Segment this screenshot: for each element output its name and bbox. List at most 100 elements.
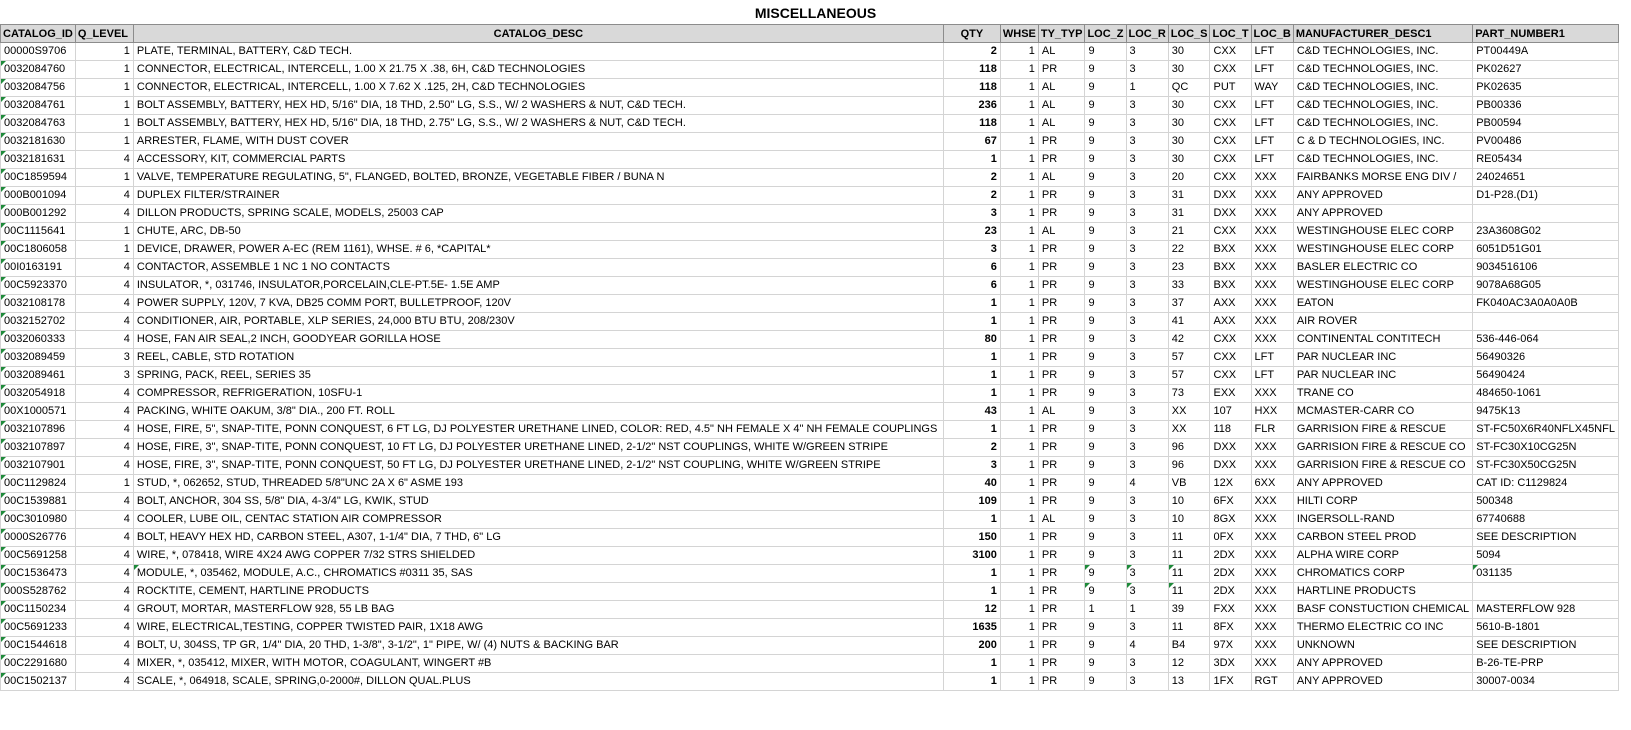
table-cell[interactable]: 1 <box>999 222 1039 241</box>
table-cell[interactable]: PR <box>1037 582 1086 601</box>
table-cell[interactable]: 9 <box>1084 672 1127 691</box>
table-cell[interactable]: ANY APPROVED <box>1292 654 1474 673</box>
table-cell[interactable]: 00C1150234 <box>0 600 76 619</box>
table-cell[interactable]: 23A3608G02 <box>1472 222 1619 241</box>
table-cell[interactable]: AL <box>1037 222 1086 241</box>
table-cell[interactable]: 9 <box>1084 60 1127 79</box>
table-cell[interactable]: 9 <box>1084 618 1127 637</box>
table-cell[interactable]: PR <box>1037 672 1086 691</box>
table-cell[interactable]: 1 <box>999 438 1039 457</box>
table-cell[interactable]: C&D TECHNOLOGIES, INC. <box>1292 60 1474 79</box>
table-cell[interactable]: 9 <box>1084 96 1127 115</box>
table-cell[interactable]: BOLT, U, 304SS, TP GR, 1/4" DIA, 20 THD,… <box>132 636 944 655</box>
table-cell[interactable]: 1 <box>74 222 134 241</box>
table-cell[interactable]: 9 <box>1084 276 1127 295</box>
table-cell[interactable]: XXX <box>1250 222 1294 241</box>
table-cell[interactable]: 000B001292 <box>0 204 76 223</box>
table-cell[interactable]: 00C5923370 <box>0 276 76 295</box>
table-cell[interactable]: 3 <box>942 240 1001 259</box>
table-cell[interactable]: 1 <box>999 276 1039 295</box>
table-cell[interactable]: 118 <box>1209 420 1252 439</box>
table-cell[interactable]: 4 <box>74 330 134 349</box>
table-cell[interactable]: 6 <box>942 276 1001 295</box>
table-cell[interactable]: ACCESSORY, KIT, COMMERCIAL PARTS <box>132 150 944 169</box>
table-cell[interactable]: 0032152702 <box>0 312 76 331</box>
table-cell[interactable]: 11 <box>1167 528 1211 547</box>
table-cell[interactable]: UNKNOWN <box>1292 636 1474 655</box>
table-cell[interactable]: 1 <box>1125 78 1169 97</box>
table-cell[interactable]: WESTINGHOUSE ELEC CORP <box>1292 276 1474 295</box>
table-cell[interactable]: DEVICE, DRAWER, POWER A-EC (REM 1161), W… <box>132 240 944 259</box>
table-cell[interactable]: 1 <box>999 204 1039 223</box>
table-cell[interactable]: 96 <box>1167 438 1211 457</box>
table-cell[interactable]: ANY APPROVED <box>1292 204 1474 223</box>
table-cell[interactable]: 3 <box>1125 438 1169 457</box>
table-cell[interactable]: 4 <box>1125 474 1169 493</box>
table-cell[interactable]: PR <box>1037 366 1086 385</box>
table-cell[interactable]: 33 <box>1167 276 1211 295</box>
column-header[interactable]: CATALOG_DESC <box>132 24 944 43</box>
table-cell[interactable]: 1 <box>999 258 1039 277</box>
table-cell[interactable]: 000B001094 <box>0 186 76 205</box>
table-cell[interactable]: XXX <box>1250 312 1294 331</box>
table-cell[interactable]: 4 <box>74 150 134 169</box>
table-cell[interactable]: ALPHA WIRE CORP <box>1292 546 1474 565</box>
table-cell[interactable]: 80 <box>942 330 1001 349</box>
table-cell[interactable]: C&D TECHNOLOGIES, INC. <box>1292 42 1474 61</box>
table-cell[interactable]: PV00486 <box>1472 132 1619 151</box>
table-cell[interactable]: VB <box>1167 474 1211 493</box>
table-cell[interactable]: 11 <box>1167 582 1211 601</box>
table-cell[interactable]: 3 <box>1125 294 1169 313</box>
table-cell[interactable]: PR <box>1037 528 1086 547</box>
table-cell[interactable]: 3 <box>1125 42 1169 61</box>
table-cell[interactable]: 2DX <box>1209 546 1252 565</box>
table-cell[interactable]: 9 <box>1084 636 1127 655</box>
table-cell[interactable]: 1 <box>74 114 134 133</box>
table-cell[interactable]: 031135 <box>1472 564 1619 583</box>
table-cell[interactable]: ST-FC30X10CG25N <box>1472 438 1619 457</box>
table-cell[interactable]: 31 <box>1167 204 1211 223</box>
table-cell[interactable]: 5094 <box>1472 546 1619 565</box>
table-cell[interactable]: 12X <box>1209 474 1252 493</box>
table-cell[interactable]: 11 <box>1167 618 1211 637</box>
table-cell[interactable]: 0032060333 <box>0 330 76 349</box>
table-cell[interactable]: 1 <box>942 564 1001 583</box>
table-cell[interactable]: 2 <box>942 438 1001 457</box>
table-cell[interactable]: 10 <box>1167 492 1211 511</box>
table-cell[interactable]: 1 <box>999 636 1039 655</box>
table-cell[interactable]: 1FX <box>1209 672 1252 691</box>
table-cell[interactable]: 0032084756 <box>0 78 76 97</box>
table-cell[interactable]: 1 <box>999 402 1039 421</box>
table-cell[interactable]: AL <box>1037 402 1086 421</box>
table-cell[interactable]: 500348 <box>1472 492 1619 511</box>
table-cell[interactable]: 118 <box>942 78 1001 97</box>
table-cell[interactable]: AXX <box>1209 294 1252 313</box>
table-cell[interactable]: 9 <box>1084 456 1127 475</box>
table-cell[interactable]: PR <box>1037 438 1086 457</box>
table-cell[interactable]: PR <box>1037 60 1086 79</box>
column-header[interactable]: LOC_S <box>1167 24 1211 43</box>
table-cell[interactable]: TRANE CO <box>1292 384 1474 403</box>
table-cell[interactable]: 6 <box>942 258 1001 277</box>
table-cell[interactable]: 41 <box>1167 312 1211 331</box>
table-cell[interactable]: 3 <box>1125 132 1169 151</box>
table-cell[interactable]: 9 <box>1084 168 1127 187</box>
column-header[interactable]: PART_NUMBER1 <box>1472 24 1619 43</box>
table-cell[interactable]: PLATE, TERMINAL, BATTERY, C&D TECH. <box>132 42 944 61</box>
table-cell[interactable]: 4 <box>74 420 134 439</box>
table-cell[interactable]: DXX <box>1209 186 1252 205</box>
table-cell[interactable]: 536-446-064 <box>1472 330 1619 349</box>
table-cell[interactable]: FXX <box>1209 600 1252 619</box>
table-cell[interactable]: 1 <box>74 168 134 187</box>
table-cell[interactable]: PR <box>1037 204 1086 223</box>
table-cell[interactable]: 4 <box>74 312 134 331</box>
table-cell[interactable]: 3 <box>1125 456 1169 475</box>
table-cell[interactable]: POWER SUPPLY, 120V, 7 KVA, DB25 COMM POR… <box>132 294 944 313</box>
column-header[interactable]: CATALOG_ID <box>0 24 76 43</box>
table-cell[interactable]: LFT <box>1250 150 1294 169</box>
table-cell[interactable]: 13 <box>1167 672 1211 691</box>
table-cell[interactable]: 0FX <box>1209 528 1252 547</box>
table-cell[interactable]: 1 <box>999 114 1039 133</box>
table-cell[interactable]: 9475K13 <box>1472 402 1619 421</box>
table-cell[interactable]: 118 <box>942 114 1001 133</box>
